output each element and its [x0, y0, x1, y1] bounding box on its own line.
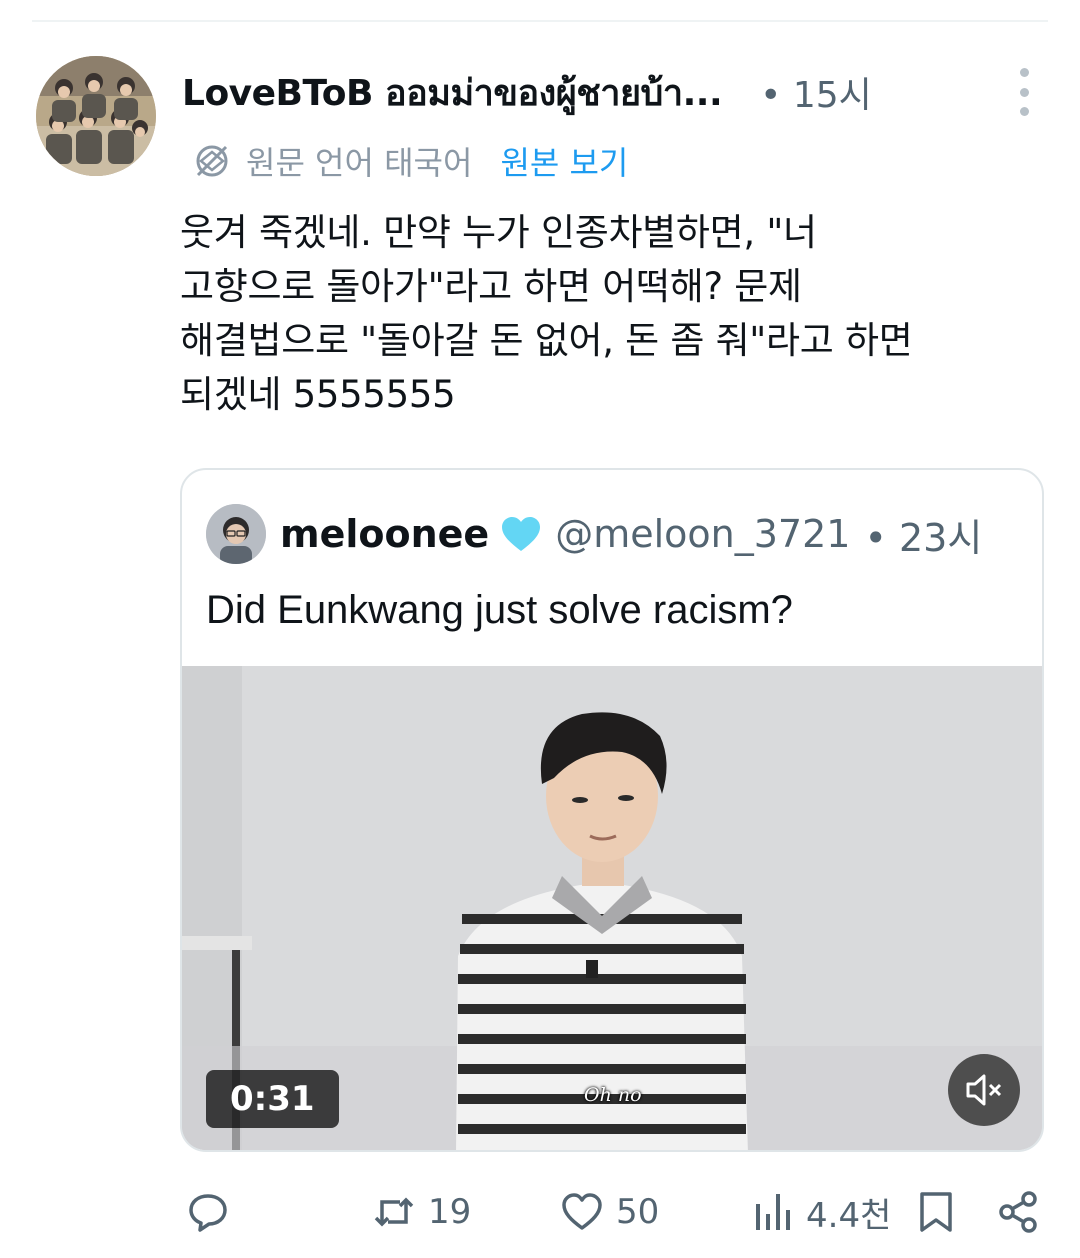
retweet-button[interactable]: 19	[372, 1180, 471, 1244]
more-options-icon[interactable]	[1012, 68, 1036, 116]
like-button[interactable]: 50	[560, 1180, 659, 1244]
analytics-bar-icon	[756, 1194, 790, 1230]
retweet-count: 19	[428, 1192, 472, 1232]
tweet-action-bar: 19 50 4.4천	[180, 1180, 1050, 1244]
like-count: 50	[616, 1192, 660, 1232]
heart-outline-icon	[562, 1193, 602, 1230]
author-avatar[interactable]	[36, 56, 156, 176]
reply-icon	[189, 1194, 227, 1232]
quoted-tweet-text: Did Eunkwang just solve racism?	[206, 588, 793, 632]
show-original-link[interactable]: 원본 보기	[500, 138, 628, 184]
video-subtitle: Oh no	[584, 1084, 642, 1106]
quoted-avatar-image	[206, 504, 266, 564]
mute-button[interactable]	[948, 1054, 1020, 1126]
bookmark-button[interactable]	[914, 1180, 958, 1244]
tweet-header: LoveBToB ออมม่าของผู้ชายบ้า... • 15시	[182, 62, 1052, 122]
quoted-author-avatar[interactable]	[206, 504, 266, 564]
translation-row: 원문 언어 태국어 원본 보기	[192, 138, 628, 184]
share-icon	[999, 1191, 1037, 1233]
quoted-tweet-timestamp: • 23시	[864, 515, 983, 560]
translation-source-note: 원문 언어 태국어	[246, 144, 473, 182]
top-divider	[32, 20, 1048, 22]
reply-button[interactable]	[186, 1180, 242, 1244]
bookmark-icon	[920, 1192, 952, 1232]
share-button[interactable]	[996, 1180, 1040, 1244]
views-button[interactable]: 4.4천	[750, 1180, 891, 1244]
tweet-body-text: 웃겨 죽겠네. 만약 누가 인종차별하면, "너 고향으로 돌아가"라고 하면 …	[180, 211, 913, 416]
quoted-tweet-header: meloonee @meloon_3721 • 23시	[206, 504, 982, 564]
author-display-name[interactable]: LoveBToB ออมม่าของผู้ชายบ้า...	[182, 64, 722, 121]
speaker-muted-icon	[966, 1074, 1002, 1106]
group-photo-image	[36, 56, 156, 176]
tweet-timestamp[interactable]: • 15시	[760, 66, 872, 118]
video-player[interactable]: Oh no 0:31	[182, 666, 1042, 1150]
quoted-author-name[interactable]: meloonee	[280, 512, 489, 556]
retweet-icon	[374, 1197, 414, 1227]
video-duration-badge: 0:31	[206, 1070, 339, 1128]
translate-icon	[196, 145, 228, 177]
quoted-tweet-card[interactable]: meloonee @meloon_3721 • 23시 Did Eunkwang…	[180, 468, 1044, 1152]
quoted-author-handle[interactable]: @meloon_3721	[555, 512, 850, 556]
light-blue-heart-icon	[502, 517, 541, 551]
view-count: 4.4천	[806, 1195, 892, 1236]
